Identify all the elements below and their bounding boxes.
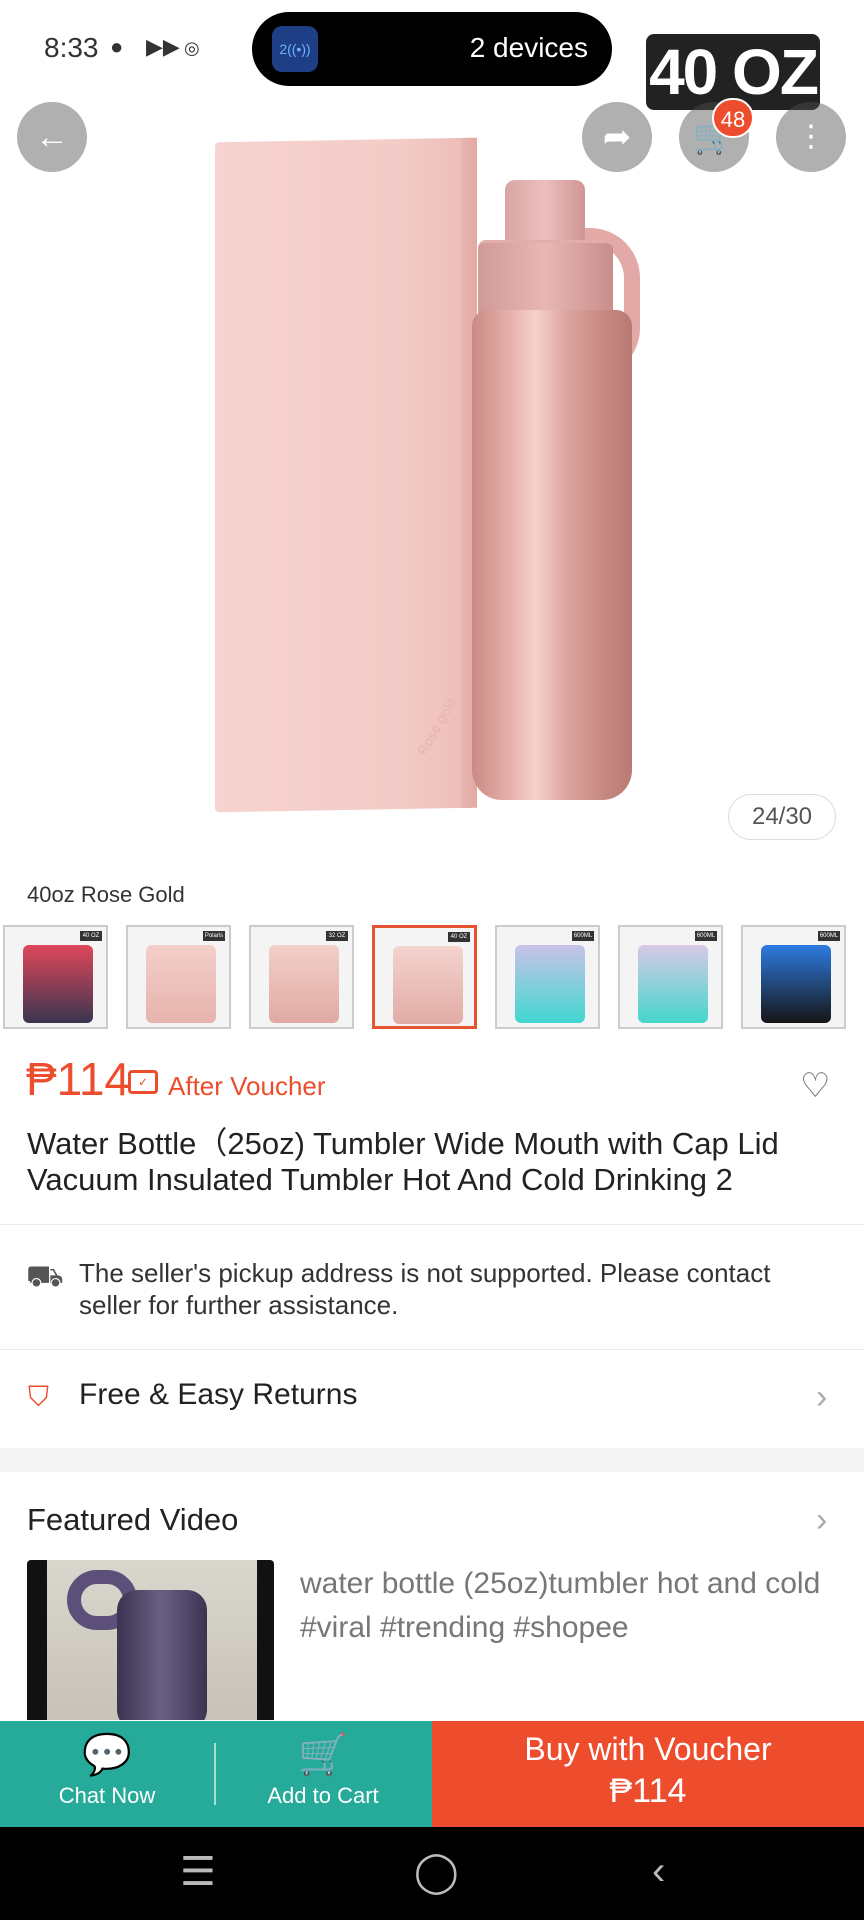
variant-thumbnail-image: [23, 945, 93, 1023]
chat-notification-icon: ●: [110, 34, 124, 59]
divider: [0, 1224, 864, 1225]
variant-thumbnail[interactable]: 600ML: [618, 925, 723, 1029]
section-gap: [0, 1448, 864, 1472]
variant-thumbnail-image: [515, 945, 585, 1023]
back-nav-icon[interactable]: ‹: [652, 1849, 665, 1894]
featured-video-title: Featured Video: [27, 1502, 239, 1537]
variant-thumbnail[interactable]: 40 OZ: [372, 925, 477, 1029]
variant-thumbnail-image: [638, 945, 708, 1023]
favorite-heart-icon[interactable]: ♡: [800, 1066, 830, 1106]
variant-thumbnail-tag: Polaris: [203, 931, 225, 941]
variant-thumbnail-tag: 32 OZ: [326, 931, 348, 941]
variant-thumbnail-tag: 600ML: [572, 931, 594, 941]
variant-thumbnail[interactable]: 600ML: [741, 925, 846, 1029]
chat-now-label: Chat Now: [58, 1783, 156, 1808]
chevron-right-icon: ›: [816, 1378, 828, 1416]
system-nav-bar: ☰ ◯ ‹: [0, 1827, 864, 1920]
back-arrow-icon: ←: [35, 118, 69, 156]
after-voucher-label: After Voucher: [168, 1071, 326, 1101]
variant-thumbnail[interactable]: Polaris: [126, 925, 231, 1029]
more-button[interactable]: ⋮: [776, 102, 846, 172]
add-to-cart-button[interactable]: 🛒 Add to Cart: [216, 1721, 430, 1827]
bottle-illustration: [470, 180, 640, 800]
voucher-icon: ✓: [128, 1070, 158, 1094]
image-counter: 24/30: [728, 794, 836, 840]
packaging-box: Rose gold: [215, 137, 477, 813]
share-icon: ➦: [602, 118, 632, 156]
variant-thumbnail[interactable]: 32 OZ: [249, 925, 354, 1029]
shipping-notice: The seller's pickup address is not suppo…: [79, 1258, 771, 1320]
devices-pill[interactable]: 2((•)) 2 devices: [252, 12, 612, 86]
more-vertical-icon: ⋮: [796, 120, 826, 153]
back-button[interactable]: ←: [17, 102, 87, 172]
variant-thumbnail-tag: 40 OZ: [448, 932, 470, 942]
share-button[interactable]: ➦: [582, 102, 652, 172]
buy-with-voucher-button[interactable]: Buy with Voucher ₱114: [432, 1721, 864, 1827]
returns-label: Free & Easy Returns: [79, 1378, 358, 1411]
video-description[interactable]: water bottle (25oz)tumbler hot and cold …: [300, 1562, 840, 1650]
variant-thumbnail[interactable]: 40 OZ: [3, 925, 108, 1029]
status-time: 8:33: [44, 32, 99, 63]
app-notification-icon: ◎: [184, 38, 200, 58]
chat-bubble-icon: 💬: [82, 1733, 132, 1777]
delivery-truck-icon: ⛟: [26, 1260, 64, 1293]
devices-label: 2 devices: [469, 32, 588, 63]
add-to-cart-label: Add to Cart: [267, 1783, 379, 1808]
status-bar: 8:33 ● ▶▶ ◎ 2((•)) 2 devices: [0, 0, 864, 100]
product-title: Water Bottle（25oz) Tumbler Wide Mouth wi…: [27, 1126, 779, 1197]
buy-price: ₱114: [609, 1772, 687, 1810]
divider: [0, 1349, 864, 1350]
variant-thumbnail-image: [146, 945, 216, 1023]
shield-check-icon: ⛉: [28, 1381, 50, 1412]
variant-thumbnail-tag: 600ML: [695, 931, 717, 941]
buy-label: Buy with Voucher: [524, 1731, 772, 1767]
variant-thumbnail-tag: 40 OZ: [80, 931, 102, 941]
variant-thumbnails: 40 OZ Polaris 32 OZ 40 OZ 600ML 600ML 600ML: [3, 925, 863, 1031]
box-mark: Rose gold: [413, 694, 460, 758]
chat-now-button[interactable]: 💬 Chat Now: [0, 1721, 214, 1827]
cart-plus-icon: 🛒: [298, 1733, 348, 1777]
product-page: Rose gold 40 OZ 8:33 ● ▶▶ ◎ 2((•)) 2 dev…: [0, 0, 864, 1920]
recent-apps-icon[interactable]: ☰: [180, 1849, 216, 1895]
variant-thumbnail-tag: 600ML: [818, 931, 840, 941]
broadcast-icon: 2((•)): [272, 26, 318, 72]
selected-variant-name: 40oz Rose Gold: [27, 882, 185, 907]
video-thumbnail[interactable]: [27, 1560, 274, 1720]
cart-badge: 48: [712, 98, 754, 138]
variant-thumbnail[interactable]: 600ML: [495, 925, 600, 1029]
price: ₱114: [26, 1053, 131, 1105]
variant-thumbnail-image: [393, 946, 463, 1024]
home-icon[interactable]: ◯: [414, 1849, 459, 1895]
variant-thumbnail-image: [761, 945, 831, 1023]
media-notification-icon: ▶▶: [146, 34, 180, 59]
action-bar: 💬 Chat Now 🛒 Add to Cart Buy with Vouche…: [0, 1721, 864, 1827]
variant-thumbnail-image: [269, 945, 339, 1023]
chevron-right-icon[interactable]: ›: [816, 1501, 827, 1540]
